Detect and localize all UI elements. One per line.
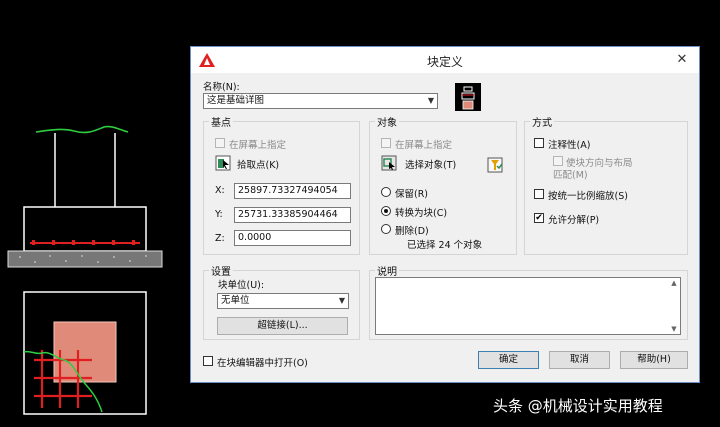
close-button[interactable]: ✕ bbox=[673, 51, 691, 69]
description-title: 说明 bbox=[375, 263, 399, 278]
convert-to-block-radio[interactable] bbox=[381, 206, 391, 216]
help-button[interactable]: 帮助(H) bbox=[620, 351, 688, 369]
objects-specify-on-screen-label: 在屏幕上指定 bbox=[395, 140, 453, 151]
watermark-text: 头条 @机械设计实用教程 bbox=[493, 397, 663, 415]
y-coordinate-input[interactable]: 25731.33385904464 bbox=[234, 207, 351, 223]
retain-label: 保留(R) bbox=[395, 189, 429, 200]
block-unit-label: 块单位(U): bbox=[218, 280, 265, 291]
pick-point-label[interactable]: 拾取点(K) bbox=[237, 157, 279, 171]
block-definition-dialog: 块定义 ✕ 名称(N): 这是基础详图 ▼ 基点 在屏幕上指定 拾取点(K) X… bbox=[190, 46, 700, 383]
objects-title: 对象 bbox=[375, 114, 399, 129]
scale-uniformly-checkbox[interactable] bbox=[534, 189, 544, 199]
match-orientation-label-line2: 匹配(M) bbox=[553, 170, 588, 181]
block-unit-value: 无单位 bbox=[221, 295, 250, 306]
selected-objects-count: 已选择 24 个对象 bbox=[407, 240, 483, 251]
dialog-titlebar[interactable]: 块定义 ✕ bbox=[191, 47, 699, 73]
scale-uniformly-label: 按统一比例缩放(S) bbox=[548, 191, 628, 202]
delete-label: 删除(D) bbox=[395, 226, 429, 237]
scroll-down-icon[interactable]: ▼ bbox=[669, 325, 679, 333]
match-orientation-checkbox[interactable] bbox=[553, 156, 563, 166]
objects-specify-on-screen-checkbox[interactable] bbox=[381, 138, 391, 148]
retain-radio[interactable] bbox=[381, 187, 391, 197]
x-label: X: bbox=[215, 185, 225, 196]
convert-to-block-label: 转换为块(C) bbox=[395, 208, 448, 219]
chevron-down-icon: ▼ bbox=[427, 96, 434, 105]
open-in-block-editor-label: 在块编辑器中打开(O) bbox=[217, 358, 308, 369]
allow-exploding-label: 允许分解(P) bbox=[548, 215, 600, 226]
z-coordinate-input[interactable]: 0.0000 bbox=[234, 230, 351, 246]
delete-radio[interactable] bbox=[381, 224, 391, 234]
behavior-title: 方式 bbox=[530, 114, 554, 129]
x-coordinate-input[interactable]: 25897.73327494054 bbox=[234, 183, 351, 199]
dialog-title: 块定义 bbox=[426, 55, 463, 69]
block-name-combobox[interactable]: 这是基础详图 ▼ bbox=[203, 93, 438, 109]
select-objects-label[interactable]: 选择对象(T) bbox=[405, 157, 456, 171]
pick-point-icon[interactable] bbox=[215, 155, 231, 171]
y-label: Y: bbox=[215, 209, 223, 220]
select-objects-icon[interactable] bbox=[381, 155, 397, 171]
description-textarea[interactable]: ▲ ▼ bbox=[375, 277, 681, 335]
annotative-label: 注释性(A) bbox=[548, 140, 591, 151]
ok-button[interactable]: 确定 bbox=[478, 351, 539, 369]
z-label: Z: bbox=[215, 233, 225, 244]
block-unit-combobox[interactable]: 无单位 ▼ bbox=[217, 293, 349, 309]
scroll-up-icon[interactable]: ▲ bbox=[669, 279, 679, 287]
settings-title: 设置 bbox=[209, 263, 233, 278]
cancel-button[interactable]: 取消 bbox=[549, 351, 610, 369]
quick-select-icon[interactable] bbox=[487, 157, 503, 173]
base-point-title: 基点 bbox=[209, 114, 233, 129]
name-label: 名称(N): bbox=[203, 82, 240, 93]
base-point-specify-on-screen-checkbox[interactable] bbox=[215, 138, 225, 148]
foundation-plan-drawing bbox=[23, 291, 147, 415]
block-name-value: 这是基础详图 bbox=[207, 95, 265, 106]
hyperlink-button[interactable]: 超链接(L)... bbox=[217, 317, 348, 335]
open-in-block-editor-checkbox[interactable] bbox=[203, 356, 213, 366]
block-preview-icon bbox=[455, 83, 481, 111]
annotative-checkbox[interactable] bbox=[534, 138, 544, 148]
allow-exploding-checkbox[interactable]: ✔ bbox=[534, 213, 544, 223]
base-point-specify-on-screen-label: 在屏幕上指定 bbox=[229, 140, 287, 151]
chevron-down-icon: ▼ bbox=[338, 296, 345, 305]
foundation-section-drawing bbox=[7, 125, 163, 268]
